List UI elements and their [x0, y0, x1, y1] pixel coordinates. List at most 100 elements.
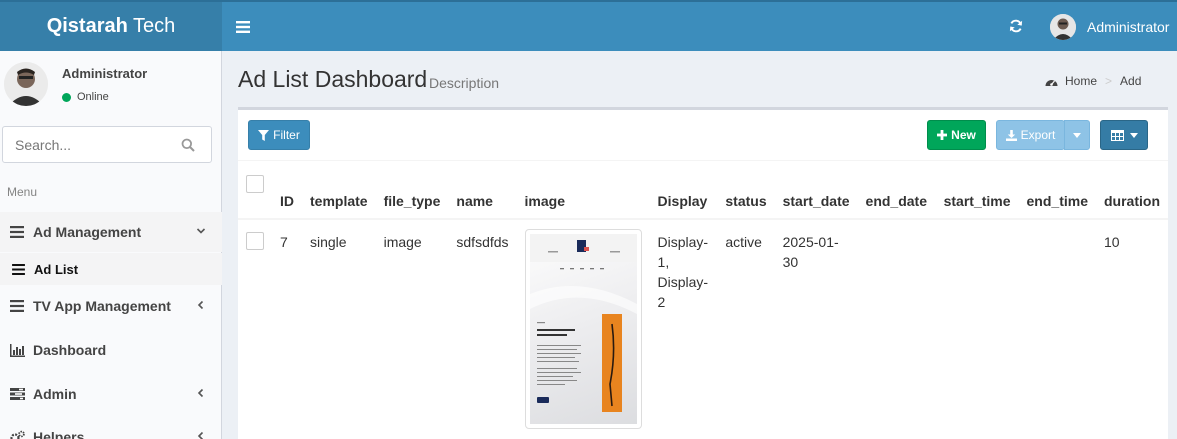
ad-list-table: ID template file_type name image Display…: [238, 167, 1168, 439]
sidebar-item-label: Ad Management: [33, 224, 142, 240]
chevron-left-icon: [196, 286, 206, 326]
menu-header: Menu: [7, 185, 38, 199]
cell-end-date: [857, 219, 936, 439]
search-icon[interactable]: [173, 127, 203, 162]
search-input[interactable]: [3, 127, 173, 162]
sidebar-item-dashboard[interactable]: Dashboard: [0, 330, 222, 370]
breadcrumb: Home > Add: [1045, 74, 1141, 88]
bars-icon: [9, 226, 25, 238]
status-text: Online: [77, 91, 109, 103]
new-button[interactable]: New: [927, 120, 986, 150]
column-header-duration[interactable]: duration: [1096, 167, 1168, 220]
column-header-template[interactable]: template: [302, 167, 376, 220]
user-menu-name: Administrator: [1087, 19, 1170, 35]
cell-id: 7: [272, 219, 302, 439]
column-header-end-date[interactable]: end_date: [857, 167, 936, 220]
row-checkbox[interactable]: [246, 232, 264, 250]
column-header-start-time[interactable]: start_time: [935, 167, 1019, 220]
cell-file-type: image: [375, 219, 449, 439]
refresh-icon: [1009, 19, 1023, 33]
ad-image-preview: [529, 234, 637, 424]
table-header-row: ID template file_type name image Display…: [238, 167, 1168, 220]
hamburger-icon: [236, 21, 250, 33]
display-item: Display-2: [657, 274, 709, 310]
sidebar-item-tv-app-management[interactable]: TV App Management: [0, 286, 222, 326]
plus-icon: [937, 130, 948, 140]
column-header-start-date[interactable]: start_date: [774, 167, 858, 220]
table-icon: [1110, 129, 1124, 141]
sidebar-item-label: Dashboard: [33, 342, 107, 358]
column-header-end-time[interactable]: end_time: [1018, 167, 1096, 220]
gears-icon: [9, 430, 25, 439]
column-header-display[interactable]: Display: [649, 167, 718, 220]
breadcrumb-home[interactable]: Home: [1045, 74, 1097, 88]
export-button[interactable]: Export: [996, 120, 1065, 150]
bar-chart-icon: [9, 343, 25, 357]
caret-down-icon: [1073, 132, 1081, 138]
filter-button[interactable]: Filter: [248, 120, 310, 150]
caret-down-icon: [1129, 132, 1138, 138]
export-dropdown-toggle[interactable]: [1064, 120, 1090, 150]
sidebar-search: [2, 126, 212, 163]
cell-start-date: 2025-01-30: [774, 219, 858, 439]
ad-list-box: Filter New Export ID template file_type …: [238, 107, 1168, 439]
user-name: Administrator: [62, 66, 148, 81]
ad-image-thumbnail[interactable]: [524, 229, 642, 429]
sidebar-item-label: Ad List: [34, 261, 79, 277]
sidebar-item-label: Helpers: [33, 429, 85, 439]
filter-icon: [258, 129, 270, 141]
sidebar-item-admin[interactable]: Admin: [0, 374, 222, 414]
cell-name: sdfsdfds: [448, 219, 517, 439]
breadcrumb-current: Add: [1120, 74, 1142, 88]
cell-end-time: [1018, 219, 1096, 439]
sidebar-toggle-button[interactable]: [232, 14, 254, 40]
column-header-status[interactable]: status: [717, 167, 775, 220]
page-description: Description: [429, 75, 500, 91]
download-icon: [1005, 129, 1017, 141]
cell-status: active: [717, 219, 775, 439]
table-row: 7 single image sdfsdfds Display-1, Displ…: [238, 219, 1168, 439]
bars-icon: [9, 300, 25, 312]
toolbar-divider: [238, 160, 1168, 161]
cell-image: [516, 219, 650, 439]
column-header-file-type[interactable]: file_type: [375, 167, 449, 220]
user-menu[interactable]: Administrator: [1050, 12, 1169, 42]
user-panel: Administrator Online: [0, 51, 222, 115]
status-dot-icon: [62, 92, 71, 102]
cell-start-time: [935, 219, 1019, 439]
sidebar-item-ad-list[interactable]: Ad List: [0, 253, 222, 285]
dashboard-icon: [1045, 79, 1058, 86]
breadcrumb-home-label: Home: [1065, 74, 1098, 88]
chevron-left-icon: [196, 417, 206, 439]
avatar: [1050, 14, 1076, 40]
new-button-label: New: [951, 128, 976, 142]
select-all-checkbox[interactable]: [246, 175, 264, 193]
column-header-image[interactable]: image: [516, 167, 650, 220]
sidebar-item-label: TV App Management: [33, 298, 171, 314]
select-all-cell: [238, 167, 272, 220]
bars-icon: [11, 263, 25, 275]
page-title: Ad List Dashboard: [238, 66, 428, 92]
sidebar-item-label: Admin: [33, 386, 77, 402]
breadcrumb-separator: >: [1105, 74, 1113, 88]
sidebar-item-ad-management[interactable]: Ad Management: [0, 212, 222, 252]
tasks-icon: [9, 388, 25, 400]
filter-button-label: Filter: [273, 128, 300, 142]
columns-toggle-button[interactable]: [1100, 120, 1148, 150]
cell-template: single: [302, 219, 376, 439]
sidebar-item-helpers[interactable]: Helpers: [0, 417, 222, 439]
refresh-button[interactable]: [1004, 14, 1028, 40]
brand-logo[interactable]: Qistarah Tech: [0, 2, 222, 51]
column-header-id[interactable]: ID: [272, 167, 302, 220]
cell-display: Display-1, Display-2: [649, 219, 718, 439]
export-button-label: Export: [1020, 128, 1056, 142]
chevron-down-icon: [196, 212, 206, 252]
user-status: Online: [62, 91, 109, 103]
top-navbar: Qistarah Tech Administrator: [0, 0, 1177, 51]
chevron-left-icon: [196, 374, 206, 414]
column-header-name[interactable]: name: [448, 167, 517, 220]
sidebar: Administrator Online Menu Ad Management …: [0, 51, 222, 439]
cell-duration: 10: [1096, 219, 1168, 439]
avatar: [4, 62, 48, 106]
display-item: Display-1,: [657, 234, 709, 270]
